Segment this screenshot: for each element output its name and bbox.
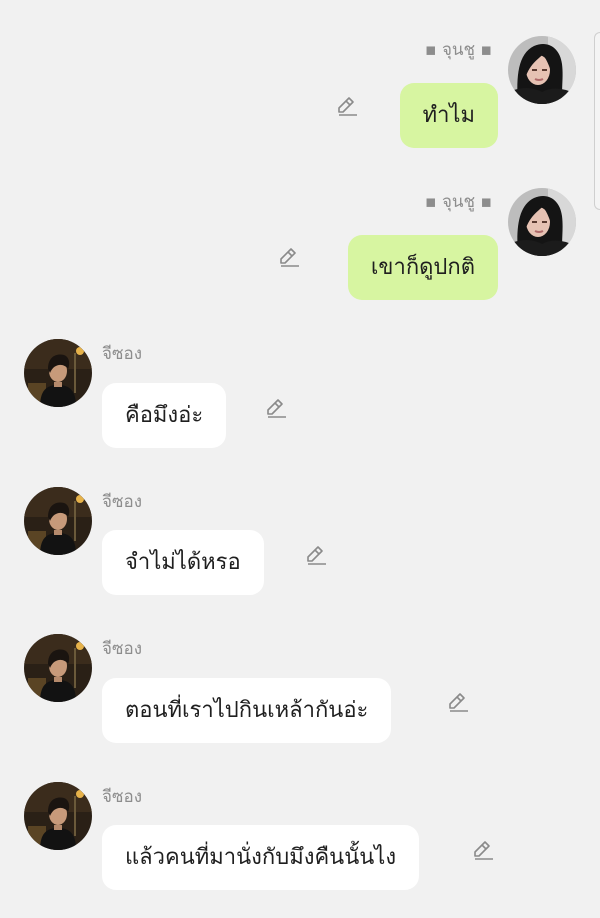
pencil-icon[interactable] (304, 543, 328, 567)
message-bubble[interactable]: จำไม่ได้หรอ (102, 530, 264, 595)
pencil-icon[interactable] (471, 838, 495, 862)
avatar[interactable] (508, 36, 576, 104)
pencil-icon[interactable] (335, 94, 359, 118)
message-bubble[interactable]: คือมึงอ่ะ (102, 383, 227, 448)
sender-name: จีซอง (102, 787, 143, 807)
sender-name: จีซอง (102, 492, 143, 512)
sender-name: ▪ จุนชู ▪ (425, 40, 492, 60)
message-bubble[interactable]: แล้วคนที่มานั่งกับมึงคืนนั้นไง (102, 825, 420, 890)
pencil-icon[interactable] (264, 396, 288, 420)
avatar[interactable] (24, 487, 92, 555)
avatar[interactable] (508, 188, 576, 256)
avatar[interactable] (24, 339, 92, 407)
sender-name: จีซอง (102, 344, 143, 364)
chat-thread: ▪ จุนชู ▪ ทำไม ▪ จุนชู ▪ เขาก็ดูปกติ จีซ… (0, 0, 600, 918)
sender-name: ▪ จุนชู ▪ (425, 192, 492, 212)
avatar[interactable] (24, 782, 92, 850)
pencil-icon[interactable] (446, 690, 470, 714)
pencil-icon[interactable] (277, 245, 301, 269)
sender-name: จีซอง (102, 639, 143, 659)
avatar[interactable] (24, 634, 92, 702)
message-bubble[interactable]: ทำไม (399, 83, 498, 148)
side-panel-edge[interactable] (594, 32, 600, 210)
message-bubble[interactable]: เขาก็ดูปกติ (347, 235, 498, 300)
message-bubble[interactable]: ตอนที่เราไปกินเหล้ากันอ่ะ (102, 678, 392, 743)
